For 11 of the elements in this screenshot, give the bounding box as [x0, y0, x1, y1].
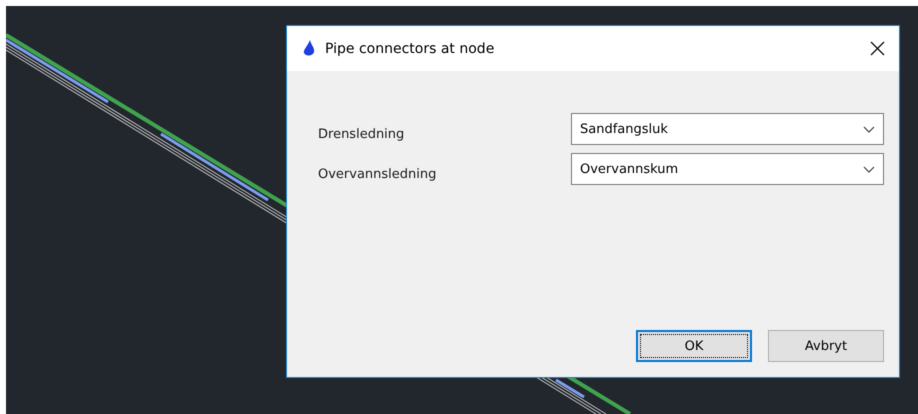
chevron-down-icon [863, 126, 875, 132]
cancel-button[interactable]: Avbryt [768, 330, 884, 362]
chevron-down-icon [863, 166, 875, 172]
dropdown-field[interactable]: Sandfangsluk [571, 113, 884, 145]
ok-button[interactable]: OK [636, 330, 752, 362]
field-label: Drensledning [318, 126, 406, 142]
water-drop-icon [303, 40, 315, 57]
dialog-title: Pipe connectors at node [325, 40, 496, 56]
dropdown-field[interactable]: Overvannskum [571, 153, 884, 185]
field-label: Overvannsledning [318, 166, 438, 182]
close-icon [870, 41, 885, 56]
